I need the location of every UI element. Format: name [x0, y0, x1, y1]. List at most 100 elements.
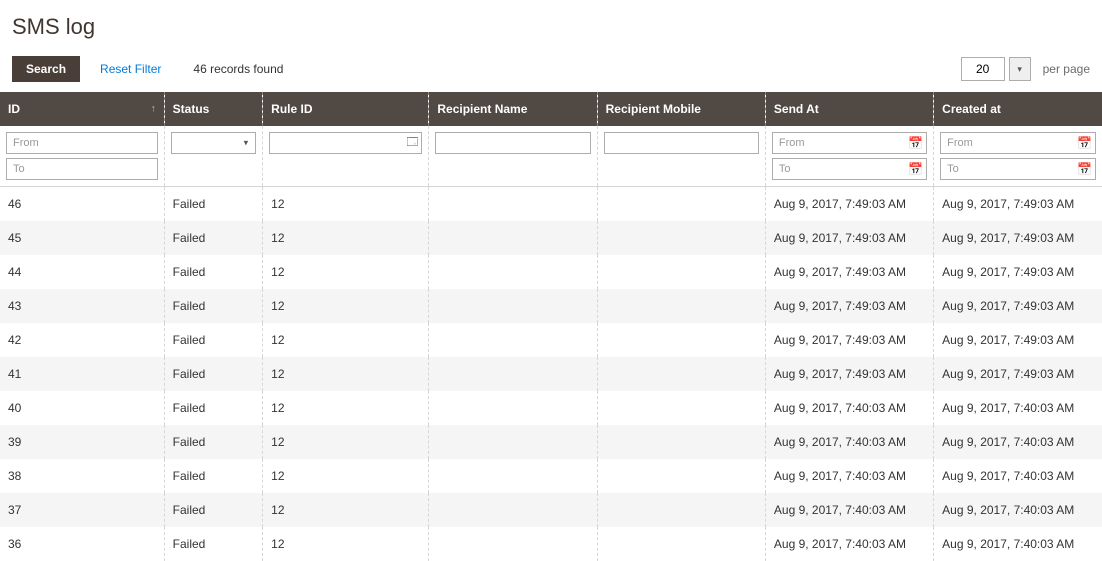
filter-created-at-from-input[interactable]: [940, 132, 1096, 154]
table-row[interactable]: 46Failed12Aug 9, 2017, 7:49:03 AMAug 9, …: [0, 187, 1102, 222]
cell-status: Failed: [164, 255, 263, 289]
per-page-label: per page: [1043, 62, 1090, 76]
grid-body: 46Failed12Aug 9, 2017, 7:49:03 AMAug 9, …: [0, 187, 1102, 561]
table-row[interactable]: 45Failed12Aug 9, 2017, 7:49:03 AMAug 9, …: [0, 221, 1102, 255]
cell-created-at: Aug 9, 2017, 7:49:03 AM: [934, 255, 1102, 289]
cell-id: 44: [0, 255, 164, 289]
filter-id-to-input[interactable]: [6, 158, 158, 180]
grid-toolbar: Search Reset Filter 46 records found ▾ p…: [0, 48, 1102, 92]
table-row[interactable]: 41Failed12Aug 9, 2017, 7:49:03 AMAug 9, …: [0, 357, 1102, 391]
table-row[interactable]: 39Failed12Aug 9, 2017, 7:40:03 AMAug 9, …: [0, 425, 1102, 459]
col-header-recipient-name[interactable]: Recipient Name: [429, 92, 597, 126]
cell-rule-id: 12: [263, 323, 429, 357]
cell-status: Failed: [164, 323, 263, 357]
cell-recipient-name: [429, 357, 597, 391]
cell-rule-id: 12: [263, 425, 429, 459]
cell-created-at: Aug 9, 2017, 7:40:03 AM: [934, 527, 1102, 561]
col-header-created-at-label: Created at: [942, 102, 1001, 116]
cell-recipient-mobile: [597, 357, 765, 391]
table-row[interactable]: 44Failed12 Aug 9, 2017, 7:49:03 AMAug 9, …: [0, 255, 1102, 289]
filter-send-at-to-input[interactable]: [772, 158, 927, 180]
filter-send-at-from-input[interactable]: [772, 132, 927, 154]
cell-id: 42: [0, 323, 164, 357]
cell-send-at: Aug 9, 2017, 7:40:03 AM: [765, 527, 933, 561]
cell-recipient-mobile: [597, 425, 765, 459]
cell-created-at: Aug 9, 2017, 7:49:03 AM: [934, 289, 1102, 323]
cell-created-at: Aug 9, 2017, 7:40:03 AM: [934, 425, 1102, 459]
filter-id-from-input[interactable]: [6, 132, 158, 154]
cell-created-at: Aug 9, 2017, 7:40:03 AM: [934, 493, 1102, 527]
table-row[interactable]: 36Failed12 Aug 9, 2017, 7:40:03 AMAug 9, …: [0, 527, 1102, 561]
col-header-recipient-mobile-label: Recipient Mobile: [606, 102, 701, 116]
page-size-dropdown-button[interactable]: ▾: [1009, 57, 1031, 81]
grid-filter-row: ▾ 🗔 📅 �: [0, 126, 1102, 187]
cell-rule-id: 12: [263, 221, 429, 255]
cell-recipient-mobile: [597, 391, 765, 425]
cell-status: Failed: [164, 391, 263, 425]
filter-rule-id-input[interactable]: [269, 132, 422, 154]
cell-created-at: Aug 9, 2017, 7:49:03 AM: [934, 323, 1102, 357]
cell-rule-id: 12: [263, 459, 429, 493]
cell-created-at: Aug 9, 2017, 7:49:03 AM: [934, 187, 1102, 222]
col-header-created-at[interactable]: Created at: [934, 92, 1102, 126]
table-row[interactable]: 40Failed12Aug 9, 2017, 7:40:03 AMAug 9, …: [0, 391, 1102, 425]
cell-created-at: Aug 9, 2017, 7:40:03 AM: [934, 459, 1102, 493]
cell-id: 39: [0, 425, 164, 459]
table-row[interactable]: 38Failed12Aug 9, 2017, 7:40:03 AMAug 9, …: [0, 459, 1102, 493]
cell-rule-id: 12: [263, 527, 429, 561]
cell-recipient-name: [429, 425, 597, 459]
cell-status: Failed: [164, 187, 263, 222]
col-header-status[interactable]: Status: [164, 92, 263, 126]
cell-id: 41: [0, 357, 164, 391]
cell-send-at: Aug 9, 2017, 7:40:03 AM: [765, 391, 933, 425]
cell-id: 38: [0, 459, 164, 493]
cell-recipient-mobile: [597, 187, 765, 222]
cell-status: Failed: [164, 459, 263, 493]
cell-created-at: Aug 9, 2017, 7:40:03 AM: [934, 391, 1102, 425]
reset-filter-button[interactable]: Reset Filter: [86, 56, 175, 82]
col-header-id[interactable]: ID ↑: [0, 92, 164, 126]
filter-status-select[interactable]: [171, 132, 257, 154]
search-button[interactable]: Search: [12, 56, 80, 82]
cell-send-at: Aug 9, 2017, 7:49:03 AM: [765, 255, 933, 289]
table-row[interactable]: 42Failed12Aug 9, 2017, 7:49:03 AMAug 9, …: [0, 323, 1102, 357]
cell-recipient-name: [429, 459, 597, 493]
cell-send-at: Aug 9, 2017, 7:49:03 AM: [765, 289, 933, 323]
cell-id: 37: [0, 493, 164, 527]
grid-header-row: ID ↑ Status Rule ID Recipient Name Recip…: [0, 92, 1102, 126]
page-size-input[interactable]: [961, 57, 1005, 81]
cell-status: Failed: [164, 527, 263, 561]
cell-recipient-mobile: [597, 459, 765, 493]
cell-rule-id: 12: [263, 187, 429, 222]
cell-recipient-name: [429, 323, 597, 357]
filter-recipient-mobile-input[interactable]: [604, 132, 759, 154]
col-header-rule-id[interactable]: Rule ID: [263, 92, 429, 126]
per-page-control: ▾ per page: [961, 57, 1090, 81]
table-row[interactable]: 37Failed12 Aug 9, 2017, 7:40:03 AMAug 9, …: [0, 493, 1102, 527]
cell-recipient-name: [429, 289, 597, 323]
sms-log-grid: ID ↑ Status Rule ID Recipient Name Recip…: [0, 92, 1102, 561]
cell-rule-id: 12: [263, 255, 429, 289]
cell-id: 36: [0, 527, 164, 561]
cell-recipient-name: [429, 255, 597, 289]
cell-status: Failed: [164, 289, 263, 323]
cell-recipient-mobile: [597, 221, 765, 255]
cell-recipient-mobile: [597, 255, 765, 289]
chevron-down-icon: ▾: [1017, 64, 1022, 75]
cell-status: Failed: [164, 493, 263, 527]
col-header-rule-id-label: Rule ID: [271, 102, 312, 116]
cell-send-at: Aug 9, 2017, 7:40:03 AM: [765, 493, 933, 527]
filter-created-at-to-input[interactable]: [940, 158, 1096, 180]
cell-send-at: Aug 9, 2017, 7:49:03 AM: [765, 187, 933, 222]
col-header-send-at-label: Send At: [774, 102, 819, 116]
col-header-send-at[interactable]: Send At: [765, 92, 933, 126]
cell-recipient-name: [429, 391, 597, 425]
col-header-recipient-name-label: Recipient Name: [437, 102, 527, 116]
filter-recipient-name-input[interactable]: [435, 132, 590, 154]
col-header-recipient-mobile[interactable]: Recipient Mobile: [597, 92, 765, 126]
page-title: SMS log: [0, 0, 1102, 48]
table-row[interactable]: 43Failed12Aug 9, 2017, 7:49:03 AMAug 9, …: [0, 289, 1102, 323]
cell-rule-id: 12: [263, 493, 429, 527]
cell-send-at: Aug 9, 2017, 7:40:03 AM: [765, 425, 933, 459]
records-found-label: 46 records found: [193, 62, 283, 76]
